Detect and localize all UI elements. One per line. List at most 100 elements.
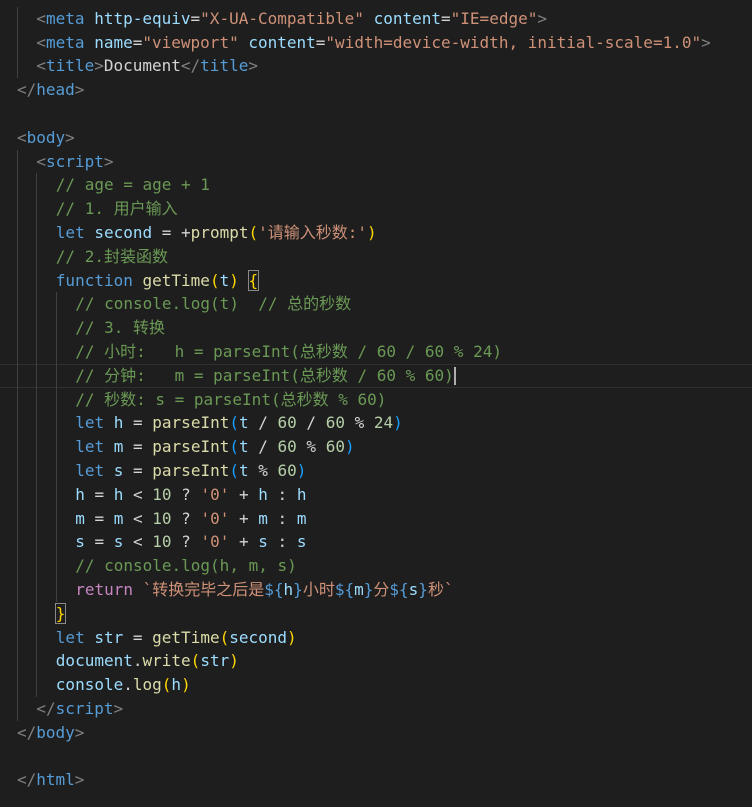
code-token: ( [219, 627, 230, 647]
code-line[interactable]: // 小时: h = parseInt(总秒数 / 60 / 60 % 24) [0, 339, 752, 364]
code-line[interactable]: // 秒数: s = parseInt(总秒数 % 60) [0, 387, 752, 412]
code-line[interactable]: m = m < 10 ? '0' + m : m [0, 506, 752, 531]
code-line[interactable]: let m = parseInt(t / 60 % 60) [0, 435, 752, 459]
code-token: ) [181, 675, 191, 695]
indent-guide [17, 149, 18, 174]
indent-guide [36, 339, 38, 364]
code-token: "IE=edge" [450, 8, 538, 28]
indent-guide [17, 30, 18, 55]
code-token: ? [171, 508, 201, 528]
code-line[interactable]: // 1. 用户输入 [0, 197, 752, 221]
code-token: "X-UA-Compatible" [200, 8, 364, 28]
code-token: write [142, 651, 191, 671]
code-token: log [132, 675, 162, 695]
code-token: < [123, 508, 153, 528]
code-line[interactable]: let str = getTime(second) [0, 625, 752, 650]
code-token: function [55, 270, 133, 290]
code-line[interactable]: // console.log(h, m, s) [0, 554, 752, 578]
indent-guide [17, 625, 18, 650]
indent-guide [36, 577, 38, 602]
code-token: s [113, 532, 124, 552]
code-line[interactable]: h = h < 10 ? '0' + h : h [0, 482, 752, 507]
code-line[interactable]: </script> [0, 696, 752, 721]
code-line[interactable]: // age = age + 1 [0, 173, 752, 198]
code-token: } [363, 579, 374, 599]
code-token: ) [229, 651, 239, 671]
code-token: < [36, 151, 47, 171]
indent-guide [36, 173, 38, 198]
code-token: + [229, 532, 259, 552]
code-token: { [247, 269, 260, 291]
indent-guide [17, 6, 18, 31]
text-cursor [453, 367, 456, 386]
code-line[interactable] [0, 102, 752, 126]
code-token: ${ [334, 579, 355, 599]
code-token: body [26, 127, 66, 147]
code-token: < [36, 56, 47, 76]
code-token: ) [367, 222, 377, 242]
code-line[interactable]: <body> [0, 126, 752, 150]
code-token: </ [17, 722, 37, 742]
code-token: t [238, 437, 249, 457]
code-token: s [113, 460, 124, 480]
code-token: > [537, 8, 547, 28]
code-line[interactable]: let s = parseInt(t % 60) [0, 458, 752, 483]
code-line[interactable]: let h = parseInt(t / 60 / 60 % 24) [0, 411, 752, 436]
code-token: > [65, 127, 75, 147]
code-token: return [75, 579, 133, 599]
indent-guide [55, 316, 57, 340]
code-line[interactable]: <head> <meta ...> [0, 0, 752, 7]
code-token: ? [171, 532, 201, 552]
code-token: name [94, 32, 133, 52]
code-token: > [103, 151, 114, 171]
code-line[interactable]: } [0, 601, 752, 626]
code-token: 60 [325, 437, 345, 457]
code-line[interactable]: // 2.封装函数 [0, 244, 752, 269]
code-token: = [123, 437, 153, 457]
code-line[interactable]: </body> [0, 721, 752, 745]
code-line[interactable]: <meta http-equiv="X-UA-Compatible" conte… [0, 6, 752, 31]
code-line[interactable]: function getTime(t) { [0, 268, 752, 293]
indent-guide [17, 387, 18, 412]
code-line[interactable]: <meta name="viewport" content="width=dev… [0, 30, 752, 55]
code-token: html [36, 770, 75, 790]
code-token: '0' [200, 508, 230, 528]
code-line[interactable]: // 3. 转换 [0, 316, 752, 340]
code-token: ${ [389, 579, 409, 599]
code-token: Document [103, 56, 181, 76]
code-token: : [267, 484, 297, 504]
code-token: = [190, 8, 201, 28]
code-token: 秒` [427, 579, 454, 599]
code-line[interactable]: </html> [0, 768, 752, 792]
code-token: < [123, 484, 153, 504]
code-line[interactable]: // 分钟: m = parseInt(总秒数 / 60 % 60) [0, 363, 752, 388]
code-line[interactable]: <script> [0, 149, 752, 174]
code-line[interactable]: console.log(h) [0, 673, 752, 697]
indent-guide [55, 554, 57, 578]
code-line[interactable]: let second = +prompt('请输入秒数:') [0, 220, 752, 245]
code-token: h [113, 484, 124, 504]
indent-guide [17, 363, 18, 388]
code-token: 60 [277, 437, 297, 457]
code-token: 小时 [302, 579, 335, 599]
code-token: 60 [277, 413, 297, 433]
code-line[interactable] [0, 745, 752, 769]
code-token: h [113, 413, 124, 433]
code-line[interactable]: // console.log(t) // 总的秒数 [0, 292, 752, 317]
code-token: let [75, 460, 105, 480]
code-line[interactable]: s = s < 10 ? '0' + s : s [0, 530, 752, 555]
code-token: h [258, 484, 268, 504]
indent-guide [17, 244, 18, 269]
code-token: second [94, 222, 153, 242]
code-editor[interactable]: <head> <meta ...><meta http-equiv="X-UA-… [0, 0, 752, 792]
code-token: "viewport" [142, 32, 239, 52]
code-line[interactable]: return `转换完毕之后是${h}小时${m}分${s}秒` [0, 577, 752, 602]
code-line[interactable]: document.write(str) [0, 649, 752, 674]
code-token: // 1. 用户输入 [55, 199, 178, 219]
code-line[interactable]: </head> [0, 78, 752, 102]
indent-guide [36, 268, 38, 293]
code-line[interactable]: <title>Document</title> [0, 54, 752, 79]
